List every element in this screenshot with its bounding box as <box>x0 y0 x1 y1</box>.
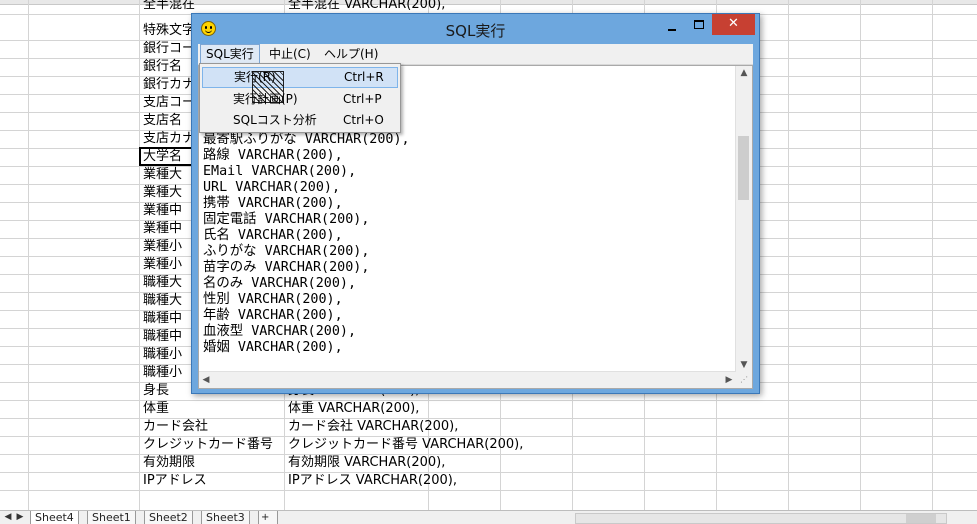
cell-column-b[interactable]: 身長 <box>143 382 169 400</box>
sheet-tab[interactable]: Sheet1 <box>87 511 136 524</box>
cell-column-b[interactable]: 職種小 <box>143 346 182 364</box>
cell-column-b[interactable]: 特殊文字 <box>143 22 195 40</box>
cell-column-b[interactable]: 業種大 <box>143 184 182 202</box>
close-button[interactable]: ✕ <box>712 14 755 35</box>
sql-code: 最寄駅ふりがな VARCHAR(200), 路線 VARCHAR(200), EMa… <box>203 132 410 356</box>
cell-column-b[interactable]: IPアドレス <box>143 472 207 490</box>
grid-line <box>0 490 977 491</box>
cell-column-b[interactable]: 業種大 <box>143 166 182 184</box>
cell-column-b[interactable]: 体重 <box>143 400 169 418</box>
cell-column-b[interactable]: 支店名 <box>143 112 182 130</box>
resize-grip-icon[interactable]: ⋰ <box>736 372 752 388</box>
minimize-button[interactable] <box>659 14 685 35</box>
cell-column-b[interactable]: 支店カナ <box>143 130 195 148</box>
sql-code-line: 最寄駅ふりがな VARCHAR(200), <box>203 132 410 147</box>
menu-item-shortcut: Ctrl+R <box>344 70 384 84</box>
tab-scroll-first-button[interactable]: ◀ <box>2 511 14 524</box>
menu-item-shortcut: Ctrl+P <box>343 92 382 106</box>
sql-code-line: 年齢 VARCHAR(200), <box>203 308 343 323</box>
cell-column-b[interactable]: 有効期限 <box>143 454 195 472</box>
menu-item-shortcut: Ctrl+O <box>343 113 384 127</box>
sheet-tab[interactable]: Sheet3 <box>201 511 250 524</box>
cell-column-b[interactable]: 業種中 <box>143 202 182 220</box>
tab-scroll-last-button[interactable]: ▶ <box>14 511 26 524</box>
sheet-tab[interactable]: Sheet2 <box>144 511 193 524</box>
cell-column-b[interactable]: カード会社 <box>143 418 208 436</box>
cell-column-c[interactable]: 全半混在 VARCHAR(200), <box>288 0 445 14</box>
sheet-horizontal-scrollbar[interactable] <box>575 513 947 524</box>
maximize-button[interactable] <box>686 14 712 35</box>
menu-bar: SQL実行 中止(C) ヘルプ(H) <box>198 44 753 65</box>
menu-stop[interactable]: 中止(C) <box>264 44 316 64</box>
scroll-up-arrow-icon[interactable]: ▲ <box>736 66 752 80</box>
dialog-titlebar[interactable]: SQL実行 ✕ <box>192 14 759 44</box>
sheet-tab-bar: ◀ ▶ Sheet4 Sheet1 Sheet2 Sheet3 + <box>0 510 977 524</box>
sql-code-line: 携帯 VARCHAR(200), <box>203 196 343 211</box>
scrollbar-thumb[interactable] <box>906 514 936 523</box>
cell-column-b[interactable]: 業種小 <box>143 238 182 256</box>
menu-item-sql-cost-analysis[interactable]: SQLコスト分析 Ctrl+O <box>202 110 398 131</box>
cell-column-c[interactable]: 体重 VARCHAR(200), <box>288 400 419 418</box>
sql-code-line: 血液型 VARCHAR(200), <box>203 324 357 339</box>
cell-column-b[interactable]: 業種中 <box>143 220 182 238</box>
sql-code-line: 婚姻 VARCHAR(200), <box>203 340 343 355</box>
sql-code-line: 路線 VARCHAR(200), <box>203 148 343 163</box>
scroll-left-arrow-icon[interactable]: ◀ <box>199 372 213 388</box>
cell-column-c[interactable]: クレジットカード番号 VARCHAR(200), <box>288 436 523 454</box>
sheet-tab[interactable]: Sheet4 <box>30 511 79 524</box>
insert-sheet-icon[interactable]: + <box>258 511 278 524</box>
cell-column-b[interactable]: 銀行名 <box>143 58 182 76</box>
cell-column-c[interactable]: 有効期限 VARCHAR(200), <box>288 454 445 472</box>
sql-code-line: 固定電話 VARCHAR(200), <box>203 212 370 227</box>
cell-column-b[interactable]: クレジットカード番号 <box>143 436 273 454</box>
scroll-right-arrow-icon[interactable]: ▶ <box>722 372 736 388</box>
drag-cursor-icon <box>252 71 284 103</box>
sql-code-line: EMail VARCHAR(200), <box>203 164 357 179</box>
cell-column-b[interactable]: 職種大 <box>143 292 182 310</box>
sql-code-line: 苗字のみ VARCHAR(200), <box>203 260 370 275</box>
scroll-down-arrow-icon[interactable]: ▼ <box>736 358 752 372</box>
menu-item-execution-plan[interactable]: 実行計画(P) Ctrl+P <box>202 89 398 110</box>
menu-sql-exec[interactable]: SQL実行 <box>200 44 260 64</box>
sql-code-line: 名のみ VARCHAR(200), <box>203 276 357 291</box>
sql-code-line: ふりがな VARCHAR(200), <box>203 244 370 259</box>
sql-code-line: URL VARCHAR(200), <box>203 180 341 195</box>
cell-column-b[interactable]: 銀行カナ <box>143 76 195 94</box>
cell-column-b[interactable]: 職種中 <box>143 328 182 346</box>
cell-column-b[interactable]: 職種中 <box>143 310 182 328</box>
cell-column-b[interactable]: 職種小 <box>143 364 182 382</box>
menu-item-execute[interactable]: 実行(R) Ctrl+R <box>202 67 398 88</box>
menu-item-label: SQLコスト分析 <box>233 113 317 127</box>
cell-column-b[interactable]: 職種大 <box>143 274 182 292</box>
cell-column-b[interactable]: 業種小 <box>143 256 182 274</box>
editor-horizontal-scrollbar[interactable]: ◀ ▶ <box>199 371 736 388</box>
sql-code-line: 性別 VARCHAR(200), <box>203 292 343 307</box>
editor-vertical-scrollbar[interactable]: ▲ ▼ <box>735 66 752 372</box>
cell-column-c[interactable]: カード会社 VARCHAR(200), <box>288 418 458 436</box>
sql-exec-dropdown-menu: 実行(R) Ctrl+R 実行計画(P) Ctrl+P SQLコスト分析 Ctr… <box>199 63 401 133</box>
menu-help[interactable]: ヘルプ(H) <box>319 44 383 64</box>
cell-column-b[interactable]: 全半混在 <box>143 0 195 14</box>
sql-code-line: 氏名 VARCHAR(200), <box>203 228 343 243</box>
cell-column-c[interactable]: IPアドレス VARCHAR(200), <box>288 472 457 490</box>
scrollbar-thumb[interactable] <box>738 136 749 200</box>
